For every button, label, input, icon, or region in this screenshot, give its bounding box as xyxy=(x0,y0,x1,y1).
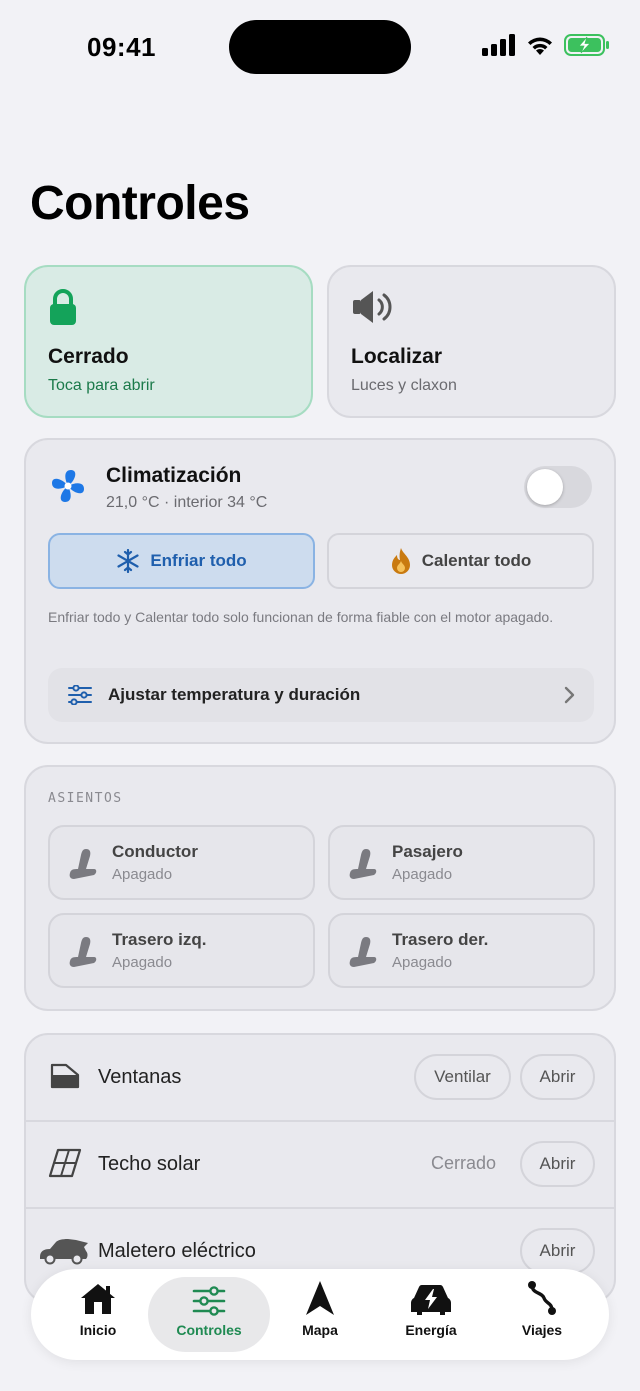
sliders-icon xyxy=(68,685,92,705)
locate-card[interactable]: Localizar Luces y claxon xyxy=(327,265,616,418)
toggle-knob xyxy=(527,469,563,505)
lock-title: Cerrado xyxy=(48,345,129,368)
climate-title: Climatización xyxy=(106,464,242,487)
seat-name: Trasero der. xyxy=(392,930,489,949)
adjust-temperature-label: Ajustar temperatura y duración xyxy=(108,685,361,704)
locate-subtitle: Luces y claxon xyxy=(351,377,457,394)
vent-label: Ventilar xyxy=(434,1067,491,1086)
tab-label: Controles xyxy=(176,1322,242,1338)
cool-all-button[interactable]: Enfriar todo xyxy=(48,533,315,589)
chevron-right-icon xyxy=(564,686,575,704)
tab-label: Inicio xyxy=(79,1322,117,1338)
tab-energia[interactable]: Energía xyxy=(380,1277,482,1352)
sunroof-status: Cerrado xyxy=(431,1153,497,1173)
seat-name: Trasero izq. xyxy=(112,930,207,949)
seat-name: Conductor xyxy=(112,842,198,861)
lock-icon xyxy=(50,289,76,325)
tab-label: Energía xyxy=(405,1322,457,1338)
dynamic-island xyxy=(229,20,411,74)
tab-bar: Inicio Controles Mapa Energía Viajes xyxy=(31,1269,609,1360)
car-charging-icon xyxy=(411,1285,451,1315)
tab-label: Mapa xyxy=(302,1322,338,1338)
sunroof-row: Techo solar Cerrado Abrir xyxy=(26,1122,614,1209)
wifi-icon xyxy=(528,37,552,55)
tab-viajes[interactable]: Viajes xyxy=(491,1277,593,1352)
climate-note: Enfriar todo y Calentar todo solo funcio… xyxy=(48,609,554,625)
seat-state: Apagado xyxy=(112,866,173,883)
sliders-icon xyxy=(192,1286,226,1316)
car-window-icon xyxy=(50,1063,80,1089)
heat-all-button[interactable]: Calentar todo xyxy=(327,533,594,589)
seat-state: Apagado xyxy=(392,866,453,883)
locate-title: Localizar xyxy=(351,345,443,368)
seat-name: Pasajero xyxy=(392,842,463,861)
status-icons xyxy=(482,34,610,56)
sunroof-label: Techo solar xyxy=(98,1153,201,1175)
windows-label: Ventanas xyxy=(98,1066,182,1088)
open-trunk-button[interactable]: Abrir xyxy=(520,1228,595,1274)
seat-icon xyxy=(69,849,97,879)
signal-icon xyxy=(482,34,515,56)
seats-section-label: ASIENTOS xyxy=(48,791,123,806)
flame-icon xyxy=(391,548,410,574)
cool-all-label: Enfriar todo xyxy=(150,551,247,570)
speaker-icon xyxy=(353,291,392,323)
sunroof-icon xyxy=(48,1148,82,1178)
fan-icon xyxy=(52,470,84,502)
battery-charging-icon xyxy=(564,34,609,56)
tab-label: Viajes xyxy=(521,1322,563,1338)
status-bar: 09:41 xyxy=(0,0,640,95)
climate-card: Climatización 21,0 °C · interior 34 °C E… xyxy=(24,438,616,744)
heat-all-label: Calentar todo xyxy=(421,551,532,570)
climate-toggle[interactable] xyxy=(524,466,592,508)
seat-driver[interactable]: Conductor Apagado xyxy=(48,825,315,900)
adjust-temperature-row[interactable]: Ajustar temperatura y duración xyxy=(48,668,594,722)
open-label: Abrir xyxy=(539,1154,576,1173)
lock-card[interactable]: Cerrado Toca para abrir xyxy=(24,265,313,418)
seat-icon xyxy=(349,937,377,967)
vent-windows-button[interactable]: Ventilar xyxy=(414,1054,511,1100)
seat-passenger[interactable]: Pasajero Apagado xyxy=(328,825,595,900)
tab-inicio[interactable]: Inicio xyxy=(47,1277,149,1352)
status-time: 09:41 xyxy=(87,32,156,62)
car-trunk-icon xyxy=(40,1239,88,1265)
page-title: Controles xyxy=(30,177,250,230)
navigation-arrow-icon xyxy=(306,1281,334,1315)
open-label: Abrir xyxy=(539,1241,576,1260)
seat-state: Apagado xyxy=(112,954,173,971)
snowflake-icon xyxy=(117,549,139,573)
open-sunroof-button[interactable]: Abrir xyxy=(520,1141,595,1187)
seat-rear-right[interactable]: Trasero der. Apagado xyxy=(328,913,595,988)
access-card: Ventanas Ventilar Abrir Techo solar Cerr… xyxy=(24,1033,616,1303)
route-icon xyxy=(528,1281,556,1315)
tab-controles[interactable]: Controles xyxy=(148,1277,270,1352)
seat-icon xyxy=(69,937,97,967)
seats-card: ASIENTOS Conductor Apagado Pasajero Apag… xyxy=(24,765,616,1011)
open-windows-button[interactable]: Abrir xyxy=(520,1054,595,1100)
lock-subtitle: Toca para abrir xyxy=(48,377,155,394)
seat-rear-left[interactable]: Trasero izq. Apagado xyxy=(48,913,315,988)
windows-row: Ventanas Ventilar Abrir xyxy=(26,1035,614,1122)
trunk-label: Maletero eléctrico xyxy=(98,1240,256,1262)
seat-state: Apagado xyxy=(392,954,453,971)
seat-icon xyxy=(349,849,377,879)
open-label: Abrir xyxy=(539,1067,576,1086)
climate-subtitle: 21,0 °C · interior 34 °C xyxy=(106,494,268,511)
tab-mapa[interactable]: Mapa xyxy=(269,1277,371,1352)
home-icon xyxy=(81,1284,115,1314)
